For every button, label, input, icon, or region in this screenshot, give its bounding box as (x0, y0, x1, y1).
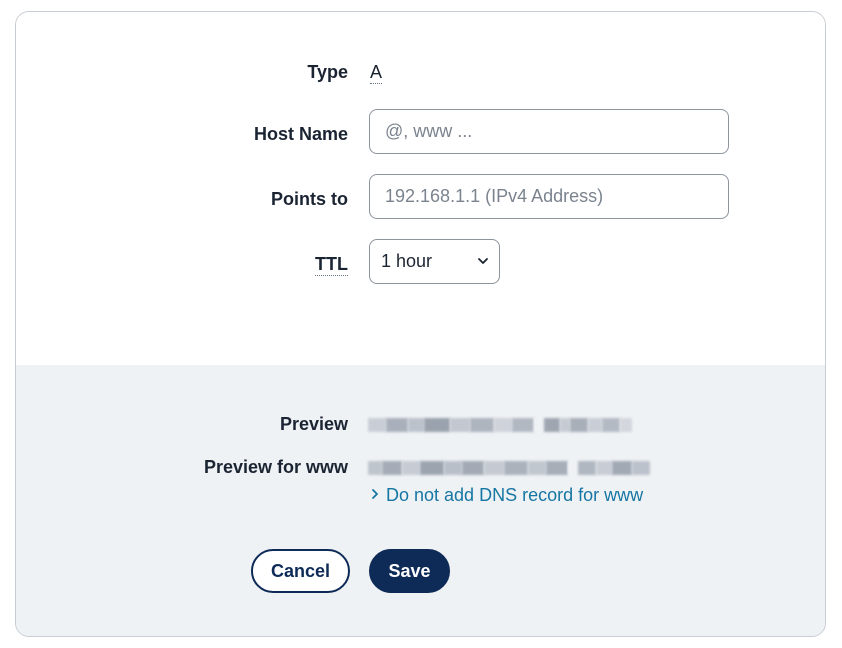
form-section: Type A Host Name Points to TTL 1 hour (16, 12, 825, 365)
chevron-right-icon (372, 489, 378, 499)
no-www-record-link[interactable]: Do not add DNS record for www (370, 485, 643, 506)
preview-www-value-redacted (368, 458, 650, 478)
no-www-record-link-text: Do not add DNS record for www (386, 485, 644, 505)
preview-value-redacted (368, 415, 632, 435)
type-value: A (370, 62, 383, 84)
host-name-input[interactable] (369, 109, 729, 154)
host-name-label: Host Name (253, 124, 348, 144)
dns-record-card: Type A Host Name Points to TTL 1 hour Pr… (15, 11, 826, 637)
preview-label: Preview (279, 414, 348, 434)
ttl-select[interactable]: 1 hour (369, 239, 500, 284)
cancel-button[interactable]: Cancel (251, 549, 350, 593)
chevron-down-icon (478, 258, 488, 264)
ttl-selected-value: 1 hour (381, 251, 433, 271)
ttl-label: TTL (315, 254, 348, 276)
points-to-input[interactable] (369, 174, 729, 219)
points-to-label: Points to (271, 189, 348, 209)
preview-www-label: Preview for www (203, 457, 348, 477)
save-button[interactable]: Save (369, 549, 450, 593)
type-label: Type (307, 62, 348, 82)
